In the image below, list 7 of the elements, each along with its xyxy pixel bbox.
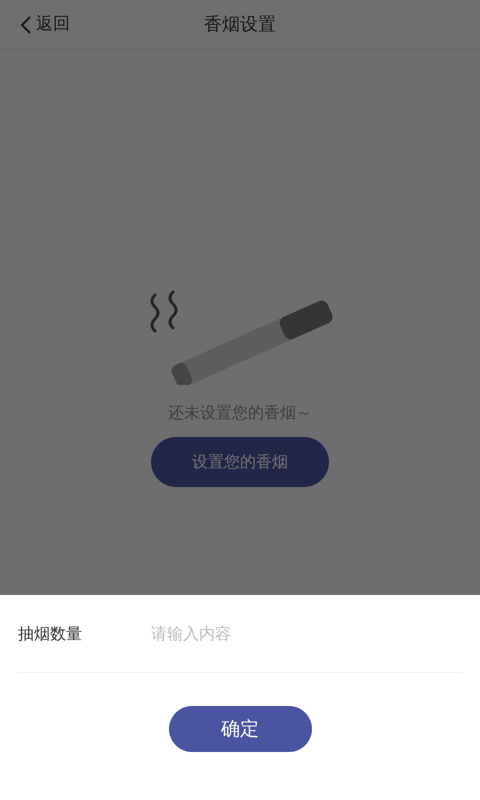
page-title: 香烟设置	[204, 13, 276, 37]
input-field[interactable]: 请输入内容	[151, 622, 462, 646]
back-button[interactable]: 返回	[20, 12, 70, 38]
set-cigarette-button[interactable]: 设置您的香烟	[151, 437, 329, 487]
field-label: 抽烟数量	[18, 622, 83, 644]
confirm-button[interactable]: 确定	[168, 706, 312, 752]
back-icon	[20, 14, 32, 34]
